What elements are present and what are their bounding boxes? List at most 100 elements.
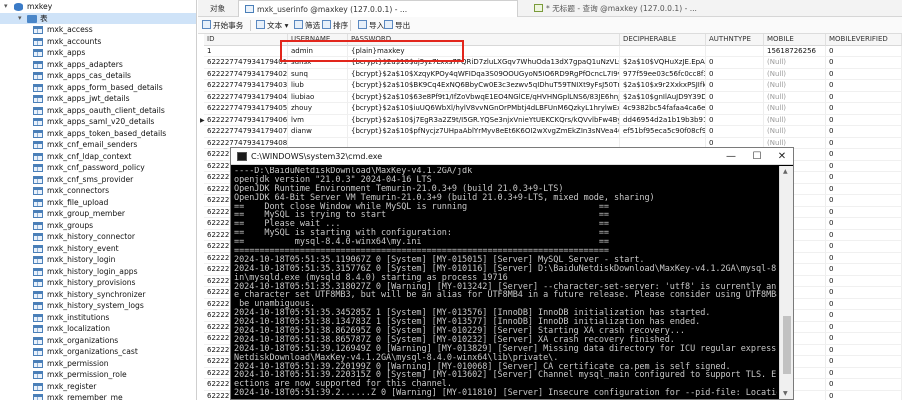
table-cell[interactable]: 0: [706, 103, 764, 115]
begin-transaction-button[interactable]: 开始事务: [202, 17, 243, 34]
table-cell[interactable]: 0: [826, 229, 902, 241]
table-cell[interactable]: $2a$10$x9r2XxkxPSJIfkkz: [620, 80, 706, 92]
tree-table-item[interactable]: mxk_history_provisions: [0, 277, 196, 289]
tree-table-item[interactable]: mxk_history_connector: [0, 231, 196, 243]
minimize-button[interactable]: —: [719, 148, 743, 165]
table-cell[interactable]: 0: [826, 310, 902, 322]
tree-table-item[interactable]: mxk_organizations_cast: [0, 346, 196, 358]
table-cell[interactable]: $2a$10$VQHuXzJE.EpAdF: [620, 57, 706, 69]
column-header[interactable]: AUTHNTYPE: [706, 34, 764, 46]
table-cell[interactable]: 0: [706, 91, 764, 103]
export-button[interactable]: 导出: [384, 17, 410, 34]
table-cell[interactable]: 0: [826, 172, 902, 184]
filter-button[interactable]: 筛选: [294, 17, 320, 34]
table-cell[interactable]: 0: [826, 298, 902, 310]
table-cell[interactable]: [620, 45, 706, 57]
table-cell[interactable]: 0: [826, 390, 902, 400]
table-cell[interactable]: 0: [826, 160, 902, 172]
tab-mxk-userinfo[interactable]: mxk_userinfo @maxkey (127.0.0.1) - ...: [238, 0, 518, 17]
table-cell[interactable]: liub: [288, 80, 348, 92]
table-cell[interactable]: 0: [706, 80, 764, 92]
table-cell[interactable]: 0: [826, 356, 902, 368]
table-cell[interactable]: 622227747934179405: [204, 103, 288, 115]
cmd-title-bar[interactable]: C:\WINDOWS\system32\cmd.exe — ☐ ✕: [231, 148, 793, 165]
tree-table-item[interactable]: mxk_organizations: [0, 335, 196, 347]
table-cell[interactable]: 0: [826, 367, 902, 379]
table-cell[interactable]: {bcrypt}$2a$10$BK9Cq4ExNQ6BbyCw0E3c3ezwv…: [348, 80, 620, 92]
tree-table-item[interactable]: mxk_apps_saml_v20_details: [0, 116, 196, 128]
table-cell[interactable]: 0: [826, 241, 902, 253]
column-header[interactable]: MOBILEVERIFIED: [826, 34, 902, 46]
table-cell[interactable]: (Null): [764, 80, 826, 92]
table-cell[interactable]: (Null): [764, 68, 826, 80]
tree-table-item[interactable]: mxk_register: [0, 381, 196, 393]
cmd-scrollbar[interactable]: ▲ ▼: [779, 166, 793, 399]
table-cell[interactable]: 622227747934179407: [204, 126, 288, 138]
table-cell[interactable]: 0: [706, 68, 764, 80]
maximize-button[interactable]: ☐: [745, 148, 769, 165]
expand-caret-icon[interactable]: ▾: [18, 13, 22, 25]
tree-table-item[interactable]: mxk_apps_form_based_details: [0, 82, 196, 94]
close-button[interactable]: ✕: [770, 148, 794, 165]
table-cell[interactable]: 0: [826, 126, 902, 138]
table-cell[interactable]: 0: [826, 195, 902, 207]
table-cell[interactable]: 622227747934179404: [204, 91, 288, 103]
table-cell[interactable]: 0: [826, 206, 902, 218]
table-cell[interactable]: sunq: [288, 68, 348, 80]
table-cell[interactable]: 0: [826, 45, 902, 57]
tree-table-item[interactable]: mxk_history_login_apps: [0, 266, 196, 278]
table-cell[interactable]: 0: [826, 80, 902, 92]
tree-table-item[interactable]: mxk_history_system_logs: [0, 300, 196, 312]
tree-table-item[interactable]: mxk_localization: [0, 323, 196, 335]
tree-table-item[interactable]: mxk_groups: [0, 220, 196, 232]
tree-table-item[interactable]: mxk_history_event: [0, 243, 196, 255]
tab-untitled-query[interactable]: * 无标题 - 查询 @maxkey (127.0.0.1) - ...: [528, 0, 828, 17]
table-cell[interactable]: (Null): [764, 91, 826, 103]
column-header[interactable]: MOBILE: [764, 34, 826, 46]
table-cell[interactable]: 1: [204, 45, 288, 57]
import-button[interactable]: 导入: [358, 17, 384, 34]
table-cell[interactable]: {bcrypt}$2a$10$63e8Pf9t1/IfZoVbwqE1EO4NG…: [348, 91, 620, 103]
table-cell[interactable]: 622227747934179403: [204, 80, 288, 92]
scroll-down-icon[interactable]: ▼: [783, 390, 788, 397]
column-header[interactable]: DECIPHERABLE: [620, 34, 706, 46]
table-cell[interactable]: 4c9382bc54fafaa4ca6e7b: [620, 103, 706, 115]
table-cell[interactable]: [706, 45, 764, 57]
table-cell[interactable]: 0: [826, 333, 902, 345]
table-cell[interactable]: 0: [826, 379, 902, 391]
tree-table-item[interactable]: mxk_apps_oauth_client_details: [0, 105, 196, 117]
table-cell[interactable]: (Null): [764, 57, 826, 69]
table-cell[interactable]: $2a$10$gnIlAuJD9Y39DU: [620, 91, 706, 103]
sort-button[interactable]: 排序: [322, 17, 348, 34]
tree-table-item[interactable]: mxk_apps_jwt_details: [0, 93, 196, 105]
column-header[interactable]: ID: [204, 34, 288, 46]
tree-table-item[interactable]: mxk_apps_token_based_details: [0, 128, 196, 140]
table-cell[interactable]: liubiao: [288, 91, 348, 103]
tree-table-item[interactable]: mxk_apps: [0, 47, 196, 59]
table-cell[interactable]: 0: [706, 57, 764, 69]
table-cell[interactable]: ef51bf95eca5c90f08cf9ca: [620, 126, 706, 138]
tree-table-item[interactable]: mxk_institutions: [0, 312, 196, 324]
table-cell[interactable]: (Null): [764, 126, 826, 138]
tab-objects[interactable]: 对象: [204, 0, 231, 17]
tree-table-item[interactable]: mxk_apps_cas_details: [0, 70, 196, 82]
tree-table-item[interactable]: mxk_permission: [0, 358, 196, 370]
tree-table-item[interactable]: mxk_accounts: [0, 36, 196, 48]
table-cell[interactable]: {bcrypt}$2a$10$j7EgR3a2Z9t/I5GR.YQSe3njx…: [348, 114, 620, 126]
table-cell[interactable]: zhouy: [288, 103, 348, 115]
table-cell[interactable]: 622227747934179402: [204, 68, 288, 80]
table-cell[interactable]: 0: [826, 57, 902, 69]
scroll-thumb[interactable]: [783, 316, 791, 374]
table-cell[interactable]: dd46954d2a1b19b3b912a: [620, 114, 706, 126]
console-output[interactable]: ----D:\BaiduNetdiskDownload\MaxKey-v4.1.…: [234, 167, 777, 399]
tree-table-item[interactable]: mxk_cnf_email_senders: [0, 139, 196, 151]
table-cell[interactable]: 0: [826, 137, 902, 149]
table-cell[interactable]: (Null): [764, 114, 826, 126]
tree-table-item[interactable]: mxk_history_login: [0, 254, 196, 266]
tree-table-item[interactable]: mxk_cnf_ldap_context: [0, 151, 196, 163]
table-cell[interactable]: {bcrypt}$2a$10$pfNycjz7UHpaAblYrMyv8eEt6…: [348, 126, 620, 138]
tree-table-item[interactable]: mxk_file_upload: [0, 197, 196, 209]
table-cell[interactable]: 0: [826, 218, 902, 230]
table-cell[interactable]: 0: [826, 149, 902, 161]
tree-table-item[interactable]: mxk_history_synchronizer: [0, 289, 196, 301]
